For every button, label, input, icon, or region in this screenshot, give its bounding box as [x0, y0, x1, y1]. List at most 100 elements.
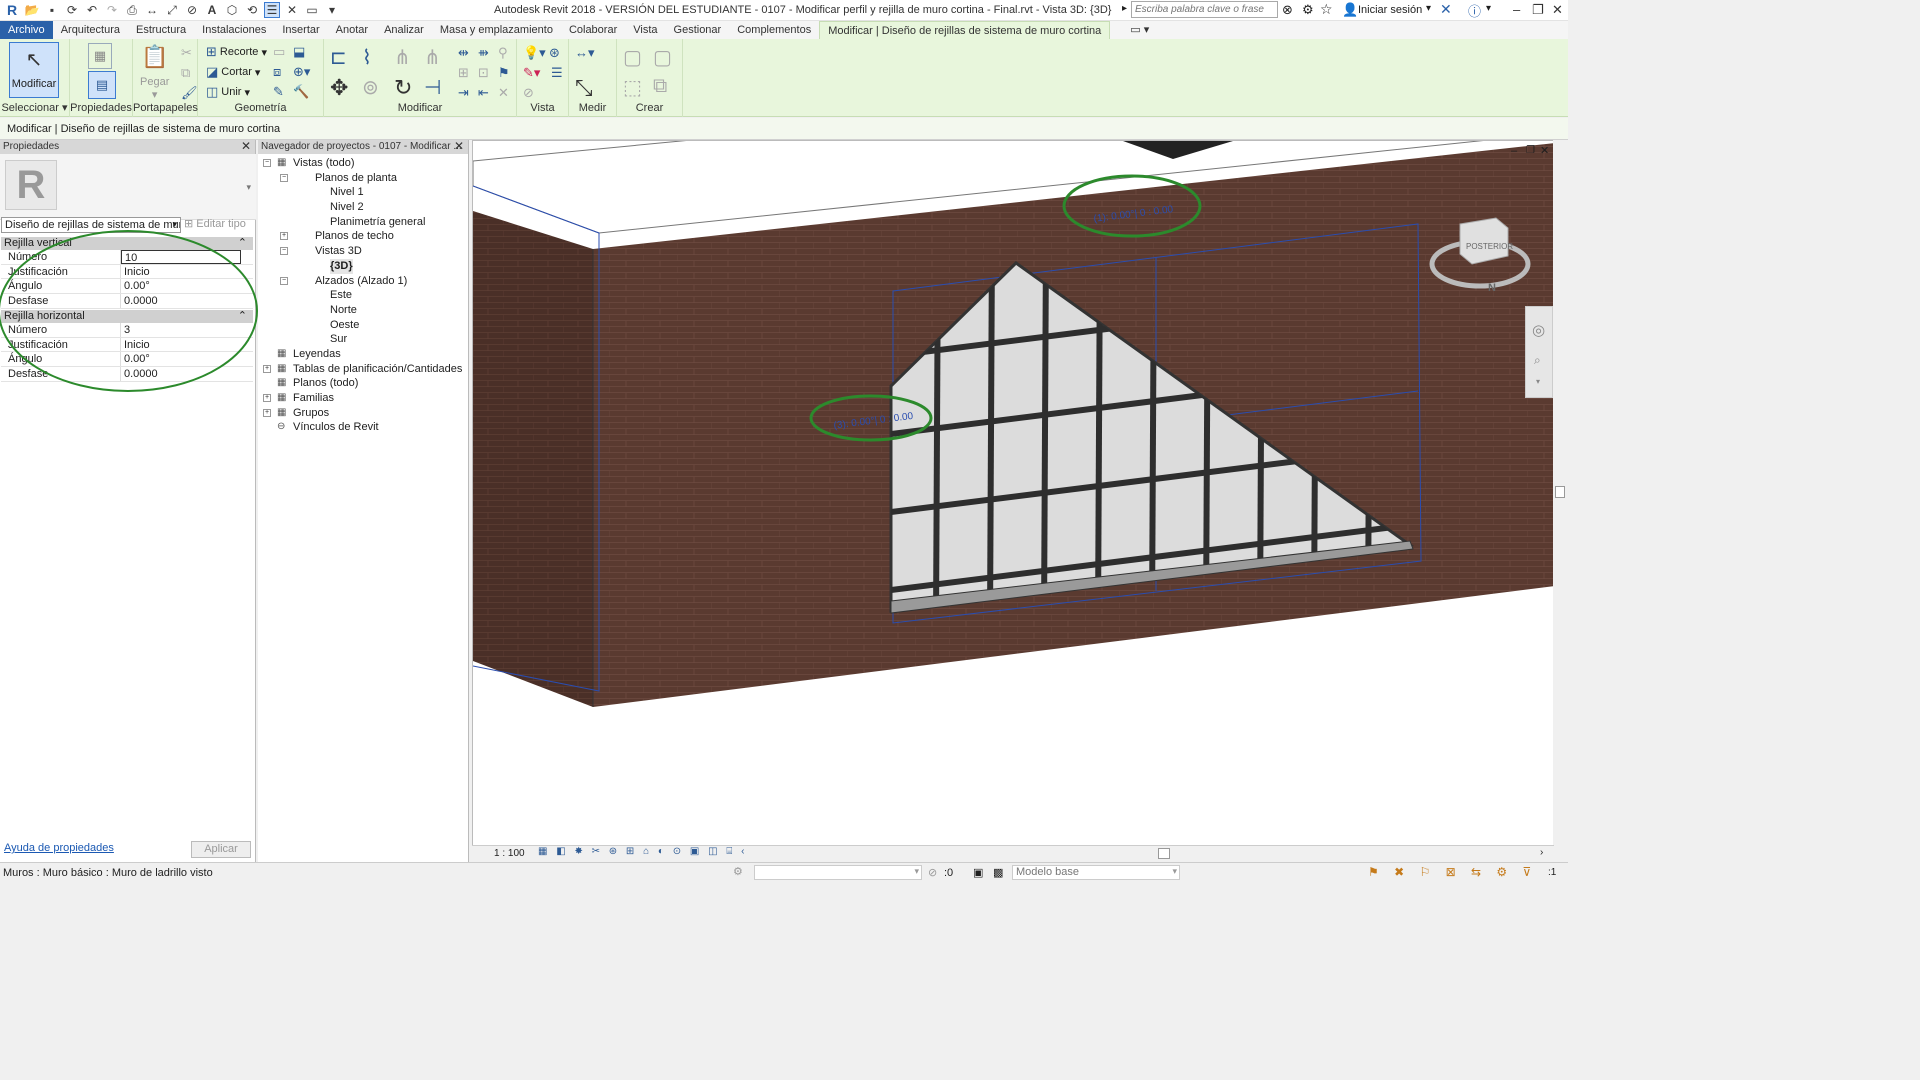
properties-help-link[interactable]: Ayuda de propiedades: [4, 842, 114, 854]
create-assembly-icon[interactable]: ⧉: [653, 75, 667, 98]
copy-element-icon[interactable]: ⊚: [362, 75, 379, 100]
collapse-icon[interactable]: −: [280, 247, 288, 256]
tab-gestionar[interactable]: Gestionar: [666, 21, 730, 39]
expand-icon[interactable]: +: [263, 394, 271, 402]
tab-colaborar[interactable]: Colaborar: [561, 21, 625, 39]
pin-icon[interactable]: ⚑: [498, 65, 510, 81]
cope-button[interactable]: ⊞ Recorte ▾: [206, 44, 267, 60]
family-icon[interactable]: ▦: [88, 43, 112, 69]
vertical-mullion[interactable]: [1041, 241, 1049, 621]
browser-node[interactable]: − Alzados (Alzado 1): [258, 274, 469, 289]
split-gap-icon[interactable]: ⇻: [478, 45, 489, 61]
create-similar-icon[interactable]: ⬚: [623, 75, 642, 100]
zoom-icon[interactable]: ⌕: [1534, 353, 1541, 368]
browser-node[interactable]: Planimetría general: [258, 215, 469, 230]
compass-north-label[interactable]: N: [1488, 282, 1496, 294]
browser-node[interactable]: − Planos de planta: [258, 171, 469, 186]
type-selector[interactable]: R ▾: [0, 154, 256, 220]
workset-dropdown[interactable]: ▾: [754, 865, 922, 880]
worksets-icon[interactable]: ⚙: [733, 865, 743, 878]
open-icon[interactable]: 📂: [24, 2, 40, 18]
view-restore-icon[interactable]: ❐: [1526, 145, 1535, 156]
viewcube[interactable]: POSTERIOR N: [1428, 216, 1532, 296]
line-weight-icon[interactable]: ☰: [551, 65, 563, 81]
collapse-icon[interactable]: −: [280, 276, 288, 285]
move-icon[interactable]: ✥: [330, 75, 348, 101]
browser-node[interactable]: Sur: [258, 332, 469, 347]
restore-icon[interactable]: ❐: [1532, 2, 1544, 18]
cut-geometry-button[interactable]: ◪ Cortar ▾: [206, 64, 260, 80]
hammer-icon[interactable]: 🔨: [293, 84, 309, 100]
browser-node[interactable]: Norte: [258, 303, 469, 318]
array-icon[interactable]: ⊞: [458, 65, 469, 81]
signin-dropdown-icon[interactable]: ▾: [1426, 3, 1431, 14]
search-expand-icon[interactable]: ▸: [1122, 3, 1127, 14]
status-tools-icons[interactable]: ⚑ ✖ ⚐ ⊠ ⇆ ⚙ ⊽: [1368, 865, 1537, 879]
tab-anotar[interactable]: Anotar: [328, 21, 376, 39]
select-dropdown[interactable]: Seleccionar ▾: [0, 101, 69, 114]
measure-qa-icon[interactable]: ↔: [144, 2, 160, 18]
model-canvas[interactable]: (1): 0.00°| 0 : 0.00 (3): 0.00°| 0 : 0.0…: [473, 141, 1554, 846]
expand-icon[interactable]: +: [280, 232, 288, 241]
tab-archivo[interactable]: Archivo: [0, 21, 53, 39]
split-face-icon[interactable]: ▭: [273, 44, 285, 60]
wall-side-face[interactable]: [473, 211, 593, 707]
expand-icon[interactable]: +: [263, 408, 271, 417]
trim-extend-icon[interactable]: ⇥: [458, 85, 469, 101]
minimize-icon[interactable]: –: [1513, 2, 1520, 17]
tab-estructura[interactable]: Estructura: [128, 21, 194, 39]
exchange-icon[interactable]: ✕: [1440, 1, 1452, 18]
offset-icon[interactable]: ⌇: [362, 45, 372, 70]
sync-icon[interactable]: ⟳: [64, 2, 80, 18]
help-dropdown-icon[interactable]: ▾: [1486, 3, 1491, 14]
override-icon[interactable]: ⊛: [549, 45, 560, 61]
join-button[interactable]: ◫ Unir ▾: [206, 84, 250, 100]
tab-insertar[interactable]: Insertar: [274, 21, 327, 39]
view-controls-icons[interactable]: ▦ ◧ ✸ ✂ ⊛ ⊞ ⌂ ◐ ⊙ ▣ ◫ ⌸ ‹: [538, 846, 747, 857]
paste-button[interactable]: 📋 Pegar ▾: [140, 44, 169, 101]
undo-icon[interactable]: ↶: [84, 2, 100, 18]
collapse-icon[interactable]: −: [280, 173, 288, 182]
create-parts-icon[interactable]: ▢: [623, 45, 642, 70]
tab-complementos[interactable]: Complementos: [729, 21, 819, 39]
scroll-thumb[interactable]: [1555, 486, 1565, 498]
ribbon-toggle-icon[interactable]: ▭ ▾: [1122, 21, 1157, 39]
binoculars-icon[interactable]: ⊗: [1282, 2, 1293, 18]
steering-wheel-icon[interactable]: ◎: [1532, 321, 1545, 339]
browser-node[interactable]: + ▦ Tablas de planificación/Cantidades: [258, 362, 469, 377]
tab-modificar-context[interactable]: Modificar | Diseño de rejillas de sistem…: [819, 21, 1111, 39]
thin-lines-icon[interactable]: ☰: [264, 2, 280, 18]
trim-icon[interactable]: ⊣: [424, 75, 441, 100]
browser-node[interactable]: + ▦ Familias: [258, 391, 469, 406]
revit-logo-icon[interactable]: R: [4, 2, 20, 18]
demolish-icon[interactable]: ⊕▾: [293, 64, 310, 80]
help-icon[interactable]: ⓘ: [1468, 1, 1481, 20]
close-hidden-icon[interactable]: ✕: [284, 2, 300, 18]
type-selector-dropdown-icon[interactable]: ▾: [246, 182, 251, 193]
browser-node[interactable]: ▦ Planos (todo): [258, 376, 469, 391]
design-options-icon[interactable]: ▣: [973, 866, 983, 879]
trim-multiple-icon[interactable]: ⇤: [478, 85, 489, 101]
browser-node[interactable]: + Planos de techo: [258, 229, 469, 244]
mirror-axis-icon[interactable]: ⋔: [394, 45, 411, 70]
expand-icon[interactable]: +: [263, 364, 271, 373]
modify-button[interactable]: ↖ Modificar: [9, 42, 59, 98]
wall-joins-icon[interactable]: ⧈: [273, 64, 281, 80]
view-extra-icon[interactable]: ⊘: [523, 85, 534, 101]
split-icon[interactable]: ⇹: [458, 45, 469, 61]
scale-icon[interactable]: ⊡: [478, 65, 489, 81]
linework-brush-icon[interactable]: ✎▾: [523, 65, 540, 81]
browser-node[interactable]: Este: [258, 288, 469, 303]
close-properties-icon[interactable]: ✕: [241, 139, 251, 153]
close-browser-icon[interactable]: ✕: [454, 139, 464, 153]
properties-icon[interactable]: ▤: [88, 71, 116, 99]
hide-icon[interactable]: 💡▾: [523, 45, 546, 61]
browser-node[interactable]: ▦ Leyendas: [258, 347, 469, 362]
scale-label[interactable]: 1 : 100: [494, 848, 525, 859]
vertical-mullion[interactable]: [987, 241, 995, 621]
switch-windows-icon[interactable]: ▭: [304, 2, 320, 18]
design-option-dropdown[interactable]: Modelo base ▾: [1012, 865, 1180, 880]
linework-icon[interactable]: ✎: [273, 84, 284, 100]
browser-node[interactable]: Nivel 1: [258, 185, 469, 200]
collapse-icon[interactable]: −: [263, 159, 271, 167]
